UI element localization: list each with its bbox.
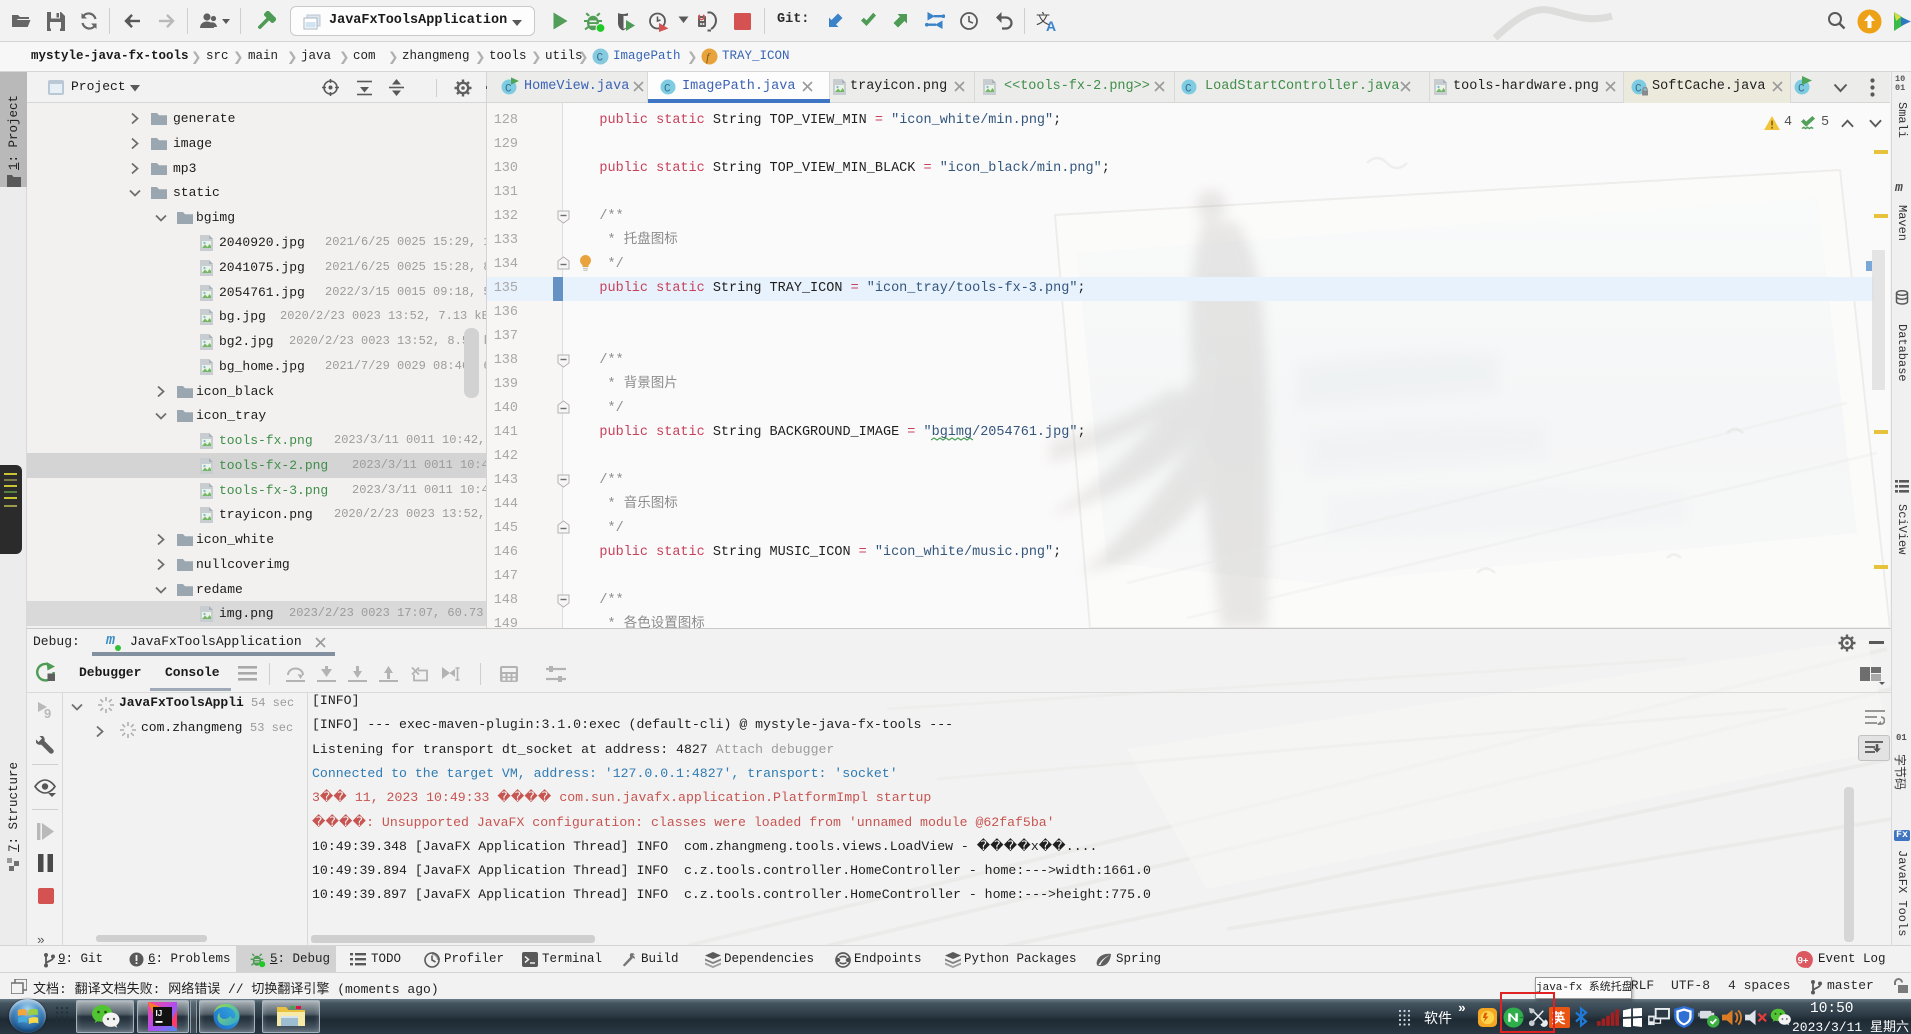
svg-text:9: 9 xyxy=(44,706,51,721)
svg-text:IJ: IJ xyxy=(156,1009,163,1018)
svg-text:C: C xyxy=(597,53,604,65)
svg-text:A: A xyxy=(1046,18,1056,32)
svg-text:9+: 9+ xyxy=(1798,956,1809,967)
